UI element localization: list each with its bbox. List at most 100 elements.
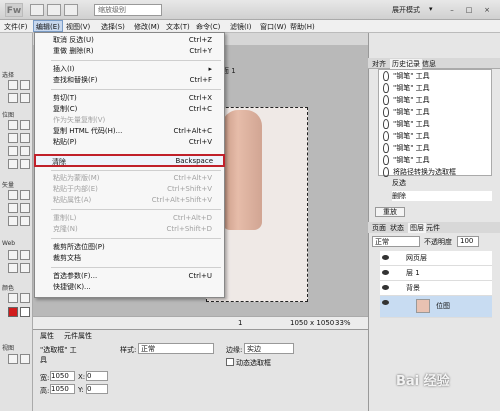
rectangle-tool-icon[interactable] [8, 203, 18, 213]
hide-slices-icon[interactable] [8, 263, 18, 273]
history-item[interactable]: "钢笔" 工具 [393, 142, 493, 154]
menu-item-paste[interactable]: 粘贴(P) Ctrl+V [35, 137, 224, 148]
menu-help[interactable]: 帮助(H) [290, 22, 315, 32]
tab-pages[interactable]: 页面 [372, 223, 386, 233]
opacity-field[interactable]: 100 [457, 236, 479, 247]
minimize-button[interactable]: – [445, 4, 459, 16]
maximize-button[interactable]: □ [462, 4, 476, 16]
document-icon[interactable] [47, 4, 61, 16]
tab-history[interactable]: 历史记录 [390, 59, 422, 69]
tab-states[interactable]: 状态 [390, 223, 404, 233]
menu-item-copy-html[interactable]: 复制 HTML 代码(H)... Ctrl+Alt+C [35, 126, 224, 137]
tab-properties[interactable]: 属性 [40, 331, 54, 341]
zoom-level[interactable]: 33% [335, 319, 351, 327]
blend-mode-select[interactable]: 正常 [372, 236, 420, 247]
history-item[interactable]: "钢笔" 工具 [393, 94, 493, 106]
style-select[interactable]: 正常 [138, 343, 214, 354]
fill-color-swatch[interactable] [8, 307, 18, 317]
menu-item-copy[interactable]: 复制(C) Ctrl+C [35, 104, 224, 115]
scale-tool-icon[interactable] [8, 93, 18, 103]
menu-item-paste-mask[interactable]: 粘贴为蒙版(M) Ctrl+Alt+V [35, 173, 224, 184]
menu-item-clone[interactable]: 克隆(N) Ctrl+Shift+D [35, 224, 224, 235]
blur-tool-icon[interactable] [8, 159, 18, 169]
history-item[interactable]: "钢笔" 工具 [393, 70, 493, 82]
menu-edit[interactable]: 编辑(E) [33, 20, 63, 32]
text-tool-icon[interactable] [20, 203, 30, 213]
zoom-select[interactable]: 缩放级别 [94, 4, 162, 16]
rubber-stamp-tool-icon[interactable] [20, 159, 30, 169]
eyedropper-tool-icon[interactable] [8, 293, 18, 303]
menu-item-find-replace[interactable]: 查找和替换(F) Ctrl+F [35, 75, 224, 86]
eye-icon[interactable] [382, 255, 389, 260]
menu-text[interactable]: 文本(T) [166, 22, 190, 32]
eraser-tool-icon[interactable] [20, 146, 30, 156]
chevron-down-icon[interactable]: ▾ [429, 5, 433, 13]
menu-item-paste-inside[interactable]: 粘贴于内部(E) Ctrl+Shift+V [35, 184, 224, 195]
history-item-invert[interactable]: 反选 [392, 178, 406, 188]
paint-bucket-tool-icon[interactable] [20, 293, 30, 303]
menu-item-cut[interactable]: 剪切(T) Ctrl+X [35, 93, 224, 104]
slice-tool-icon[interactable] [20, 250, 30, 260]
pencil-tool-icon[interactable] [8, 146, 18, 156]
history-item[interactable]: 将路径转换为选取框 [393, 166, 493, 178]
layer-row[interactable]: 层 1 [380, 266, 492, 281]
subselect-tool-icon[interactable] [20, 80, 30, 90]
freeform-tool-icon[interactable] [8, 216, 18, 226]
eye-icon[interactable] [382, 300, 389, 305]
marquee-tool-icon[interactable] [8, 120, 18, 130]
menu-item-duplicate[interactable]: 重制(L) Ctrl+Alt+D [35, 213, 224, 224]
edge-select[interactable]: 实边 [244, 343, 294, 354]
menu-item-undo[interactable]: 取消 反选(U) Ctrl+Z [35, 35, 224, 46]
close-button[interactable]: × [480, 4, 494, 16]
width-field[interactable]: 1050 [50, 371, 75, 381]
menu-filters[interactable]: 滤镜(I) [230, 22, 252, 32]
replay-button[interactable]: 重放 [375, 207, 405, 217]
crop-tool-icon[interactable] [20, 93, 30, 103]
dynamic-marquee-checkbox[interactable] [226, 358, 234, 366]
tab-info[interactable]: 信息 [422, 59, 436, 69]
lasso-tool-icon[interactable] [20, 120, 30, 130]
y-field[interactable]: 0 [86, 384, 108, 394]
pen-tool-icon[interactable] [20, 190, 30, 200]
knife-tool-icon[interactable] [20, 216, 30, 226]
menu-item-redo[interactable]: 重做 删除(R) Ctrl+Y [35, 46, 224, 57]
menu-item-crop-document[interactable]: 裁剪文档 [35, 253, 224, 264]
menu-view[interactable]: 视图(V) [66, 22, 90, 32]
hand-tool-icon[interactable] [8, 354, 18, 364]
menu-item-insert[interactable]: 插入(I) ▸ [35, 64, 224, 75]
menu-item-preferences[interactable]: 首选参数(F)... Ctrl+U [35, 271, 224, 282]
history-item[interactable]: "钢笔" 工具 [393, 130, 493, 142]
menu-item-shortcuts[interactable]: 快捷键(K)... [35, 282, 224, 293]
line-tool-icon[interactable] [8, 190, 18, 200]
menu-commands[interactable]: 命令(C) [196, 22, 220, 32]
menu-modify[interactable]: 修改(M) [134, 22, 160, 32]
height-field[interactable]: 1050 [50, 384, 75, 394]
history-item-delete[interactable]: 删除 [392, 191, 492, 201]
menu-item-crop-bitmap[interactable]: 裁剪所选位图(P) [35, 242, 224, 253]
magic-wand-tool-icon[interactable] [8, 133, 18, 143]
menu-window[interactable]: 窗口(W) [260, 22, 286, 32]
tab-align[interactable]: 对齐 [372, 59, 386, 69]
pointer-tool-icon[interactable] [8, 80, 18, 90]
history-item[interactable]: "钢笔" 工具 [393, 154, 493, 166]
x-field[interactable]: 0 [86, 371, 108, 381]
history-item[interactable]: "钢笔" 工具 [393, 82, 493, 94]
workspace-mode[interactable]: 展开模式 [392, 5, 432, 15]
menu-select[interactable]: 选择(S) [101, 22, 125, 32]
menu-file[interactable]: 文件(F) [4, 22, 28, 32]
tab-layers[interactable]: 图层 [408, 223, 426, 233]
stroke-color-swatch[interactable] [20, 307, 30, 317]
layer-row[interactable]: 背景 [380, 281, 492, 296]
history-item[interactable]: "钢笔" 工具 [393, 118, 493, 130]
menu-item-copy-vector[interactable]: 作为矢量复制(V) [35, 115, 224, 126]
tab-symbol-properties[interactable]: 元件属性 [64, 331, 92, 341]
layout-icon[interactable] [30, 4, 44, 16]
eye-icon[interactable] [382, 270, 389, 275]
layer-row-selected[interactable]: 位图 [380, 296, 492, 318]
extensions-icon[interactable] [64, 4, 78, 16]
menu-item-paste-attributes[interactable]: 粘贴属性(A) Ctrl+Alt+Shift+V [35, 195, 224, 206]
menu-item-clear[interactable]: 清除 Backspace [34, 154, 225, 167]
tab-symbols[interactable]: 元件 [426, 223, 440, 233]
hotspot-tool-icon[interactable] [8, 250, 18, 260]
history-item[interactable]: "钢笔" 工具 [393, 106, 493, 118]
